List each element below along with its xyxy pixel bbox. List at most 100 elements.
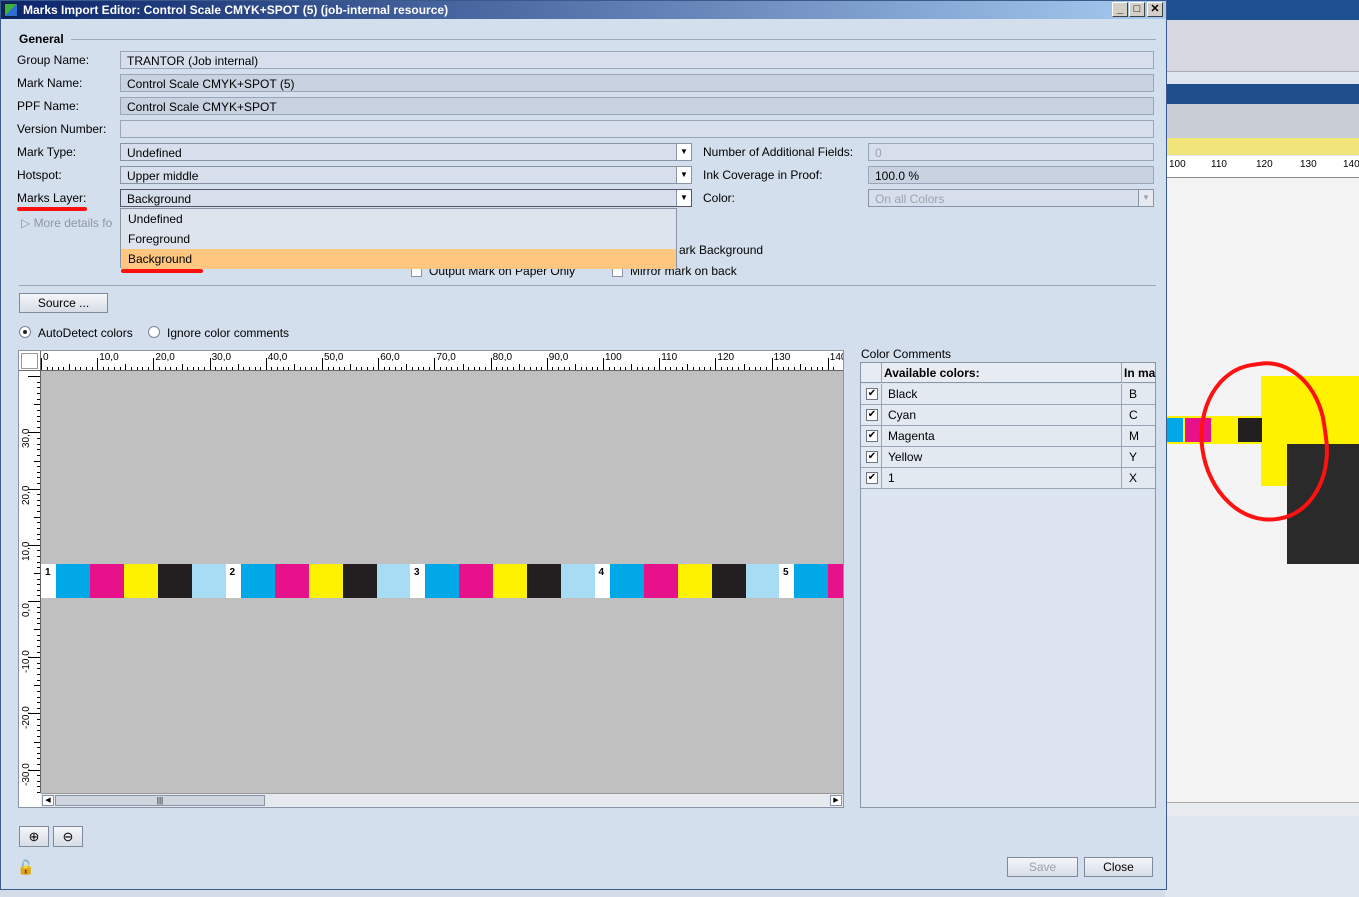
bg-tabs <box>1165 104 1359 138</box>
ruler-tick-mark <box>788 367 790 370</box>
ruler-tick-label: 10,0 <box>99 352 119 363</box>
save-button[interactable]: Save <box>1007 857 1078 877</box>
preview-canvas[interactable]: 1 2 3 4 5 <box>41 371 843 793</box>
ruler-tick-mark <box>659 358 661 370</box>
ruler-tick-label: 100 <box>605 352 622 363</box>
dropdown-option-background[interactable]: Background <box>121 249 676 269</box>
scroll-right-icon[interactable]: ▶ <box>830 795 842 806</box>
chevron-down-icon[interactable]: ▼ <box>676 167 691 183</box>
minimize-icon[interactable]: _ <box>1112 2 1128 17</box>
ppf-name-field[interactable]: Control Scale CMYK+SPOT <box>120 97 1154 115</box>
ruler-tick-mark <box>400 367 402 370</box>
ruler-tick-mark <box>563 367 565 370</box>
color-patch <box>192 564 226 598</box>
ruler-tick-mark <box>749 367 751 370</box>
window-title: Marks Import Editor: Control Scale CMYK+… <box>23 3 449 17</box>
bg-ruler-tick: 100 <box>1169 159 1186 170</box>
ruler-tick-mark <box>361 367 363 370</box>
vertical-ruler: 30,0 20,0 10,0 0,0 -10,0 -20,0 -30,0 <box>19 371 41 793</box>
close-button[interactable]: Close <box>1084 857 1153 877</box>
title-bar[interactable]: Marks Import Editor: Control Scale CMYK+… <box>1 1 1166 19</box>
table-row[interactable]: ✔ 1 X <box>861 468 1155 489</box>
ruler-tick-mark <box>507 367 509 370</box>
ink-coverage-field[interactable]: 100.0 % <box>868 166 1154 184</box>
additional-fields-input[interactable]: 0 <box>868 143 1154 161</box>
table-row[interactable]: ✔ Cyan C <box>861 405 1155 426</box>
mark-type-select[interactable]: Undefined ▼ <box>120 143 692 161</box>
dropdown-option-foreground[interactable]: Foreground <box>121 229 676 249</box>
bg-scrollbar[interactable] <box>1165 802 1359 816</box>
color-enabled-checkbox[interactable]: ✔ <box>866 388 878 400</box>
ruler-tick-mark <box>37 409 40 411</box>
ruler-tick-mark <box>97 358 99 370</box>
column-separator <box>881 447 882 467</box>
ruler-tick-mark <box>670 367 672 370</box>
dropdown-option-undefined[interactable]: Undefined <box>121 209 676 229</box>
color-enabled-checkbox[interactable]: ✔ <box>866 451 878 463</box>
more-details-toggle[interactable]: ▷ More details fo <box>21 216 112 230</box>
scroll-left-icon[interactable]: ◀ <box>42 795 54 806</box>
source-button[interactable]: Source ... <box>19 293 108 313</box>
chevron-down-icon[interactable]: ▼ <box>676 144 691 160</box>
ruler-tick-mark <box>37 421 40 423</box>
color-patch <box>124 564 158 598</box>
chevron-down-icon[interactable]: ▼ <box>1138 190 1153 206</box>
ruler-tick-mark <box>473 367 475 370</box>
chevron-down-icon[interactable]: ▼ <box>676 190 691 206</box>
group-name-field[interactable]: TRANTOR (Job internal) <box>120 51 1154 69</box>
ruler-tick-mark <box>468 367 470 370</box>
color-patch <box>794 564 828 598</box>
lock-icon[interactable]: 🔓 <box>17 859 34 876</box>
ruler-tick-mark <box>614 367 616 370</box>
ruler-tick-mark <box>805 367 807 370</box>
ruler-tick-mark <box>37 471 40 473</box>
mark-name-field[interactable]: Control Scale CMYK+SPOT (5) <box>120 74 1154 92</box>
table-row[interactable]: ✔ Yellow Y <box>861 447 1155 468</box>
zoom-in-button[interactable]: ⊕ <box>19 826 49 847</box>
ruler-tick-mark <box>34 460 40 462</box>
ruler-tick-mark <box>434 358 436 370</box>
color-enabled-checkbox[interactable]: ✔ <box>866 472 878 484</box>
ruler-tick-mark <box>34 572 40 574</box>
preview-horizontal-scrollbar[interactable]: ◀ ||| ▶ <box>41 793 843 807</box>
ignore-comments-radio[interactable] <box>148 326 160 338</box>
scroll-thumb[interactable]: ||| <box>55 795 265 806</box>
red-underline-annotation <box>17 207 87 211</box>
ruler-tick-mark <box>37 617 40 619</box>
table-row[interactable]: ✔ Black B <box>861 384 1155 405</box>
zoom-out-button[interactable]: ⊖ <box>53 826 83 847</box>
marks-layer-select[interactable]: Background ▼ <box>120 189 692 207</box>
ruler-tick-mark <box>316 367 318 370</box>
ruler-tick-mark <box>816 367 818 370</box>
hotspot-select[interactable]: Upper middle ▼ <box>120 166 692 184</box>
ruler-tick-mark <box>445 367 447 370</box>
ruler-tick-mark <box>37 499 40 501</box>
color-enabled-checkbox[interactable]: ✔ <box>866 409 878 421</box>
maximize-icon[interactable]: □ <box>1129 2 1145 17</box>
ruler-tick-mark <box>282 367 284 370</box>
ruler-tick-mark <box>37 707 40 709</box>
app-icon <box>4 3 18 17</box>
color-label: Color: <box>703 191 736 205</box>
table-row[interactable]: ✔ Magenta M <box>861 426 1155 447</box>
autodetect-radio[interactable] <box>19 326 31 338</box>
ppf-name-label: PPF Name: <box>17 99 80 113</box>
mark-background-option[interactable]: ark Background <box>679 243 763 257</box>
close-icon[interactable]: ✕ <box>1147 2 1163 17</box>
bg-cyan-patch <box>1165 418 1183 442</box>
column-separator <box>881 426 882 446</box>
version-number-field[interactable] <box>120 120 1154 138</box>
ruler-tick-mark <box>586 367 588 370</box>
ruler-tick-label: 70,0 <box>436 352 456 363</box>
ruler-tick-mark <box>524 367 526 370</box>
ruler-tick-mark <box>456 367 458 370</box>
color-select[interactable]: On all Colors ▼ <box>868 189 1154 207</box>
ruler-tick-mark <box>114 367 116 370</box>
marks-layer-dropdown-list[interactable]: Undefined Foreground Background <box>120 208 677 269</box>
color-enabled-checkbox[interactable]: ✔ <box>866 430 878 442</box>
ruler-tick-mark <box>37 561 40 563</box>
ruler-tick-mark <box>462 364 464 370</box>
mark-preview[interactable]: 0 10,0 20,0 30,0 40,0 50,0 60,0 70,0 80,0 90,0 100… <box>18 350 844 808</box>
ruler-tick-mark <box>625 367 627 370</box>
ruler-tick-mark <box>164 367 166 370</box>
